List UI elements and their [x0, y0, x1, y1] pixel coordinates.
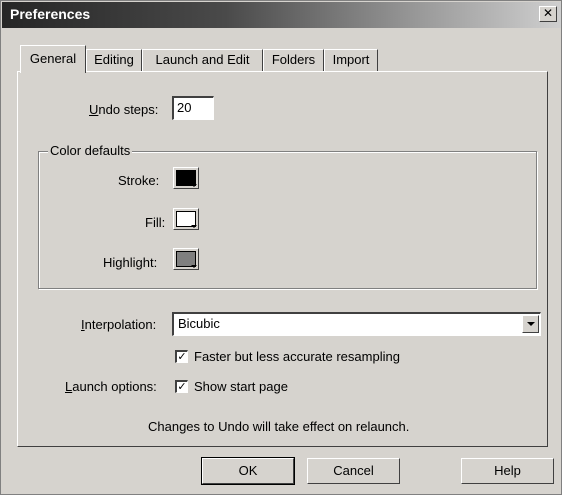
- tab-label: Launch and Edit: [155, 52, 250, 67]
- cancel-button[interactable]: Cancel: [307, 458, 400, 484]
- tab-editing[interactable]: Editing: [86, 49, 142, 71]
- tab-import[interactable]: Import: [324, 49, 378, 71]
- tab-folders[interactable]: Folders: [263, 49, 324, 71]
- help-button-label: Help: [494, 463, 521, 478]
- help-button[interactable]: Help: [461, 458, 554, 484]
- close-button[interactable]: ✕: [539, 6, 557, 22]
- tab-label: Folders: [271, 52, 316, 67]
- tab-label: Import: [332, 52, 370, 67]
- preferences-dialog: Preferences ✕ General Editing Launch and…: [0, 0, 562, 495]
- close-icon: ✕: [542, 6, 554, 20]
- tab-launch-and-edit[interactable]: Launch and Edit: [142, 49, 263, 71]
- tab-label: Editing: [94, 52, 134, 67]
- tab-general[interactable]: General: [20, 45, 86, 73]
- general-panel: [17, 71, 548, 447]
- ok-button-label: OK: [238, 463, 258, 478]
- title-bar[interactable]: Preferences ✕: [2, 2, 561, 28]
- tab-label: General: [29, 51, 77, 66]
- cancel-button-label: Cancel: [333, 463, 374, 478]
- ok-button[interactable]: OK: [201, 457, 295, 485]
- window-title: Preferences: [10, 6, 91, 22]
